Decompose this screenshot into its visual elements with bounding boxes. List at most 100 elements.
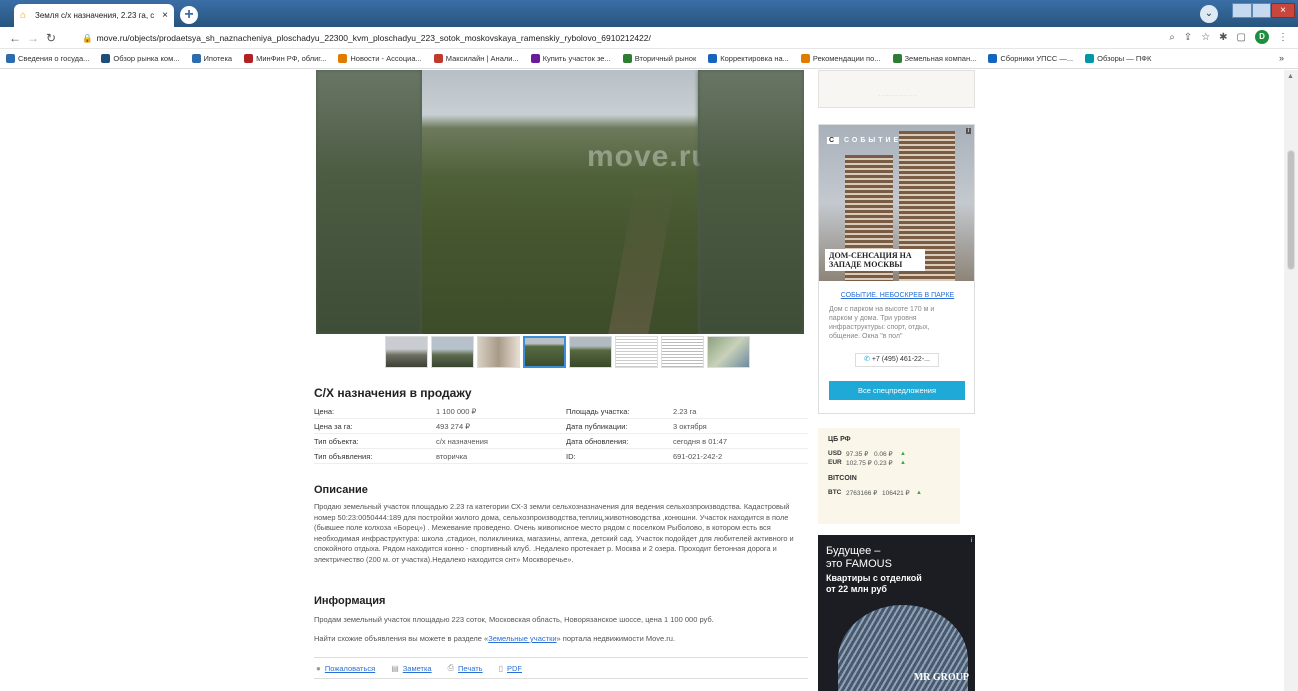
scrollbar-thumb[interactable]	[1287, 150, 1295, 270]
bookmark-item[interactable]: Обзоры — ПФК	[1085, 54, 1151, 63]
bookmark-label: Корректировка на...	[720, 54, 789, 63]
page-content: move.ru С/Х назначения в продажу Цена: 1 …	[0, 70, 1284, 691]
bookmark-label: Ипотека	[203, 54, 233, 63]
bookmark-item[interactable]: Новости - Ассоциа...	[338, 54, 422, 63]
bookmark-item[interactable]: Максилайн | Анали...	[433, 54, 519, 63]
famous-ad-slogan: Будущее – это FAMOUS	[826, 545, 892, 571]
bookmark-star-icon[interactable]: ☆	[1201, 32, 1210, 43]
thumbnail[interactable]	[385, 336, 428, 368]
browser-tab[interactable]: ⌂ Земля с/х назначения, 2.23 га, с ×	[14, 4, 174, 27]
ad-banner-top[interactable]: · · · · · · · · · · · · · · · ·	[818, 70, 975, 108]
pdf-button[interactable]: ▯ PDF	[499, 664, 522, 673]
bookmark-item[interactable]: Купить участок зе...	[530, 54, 611, 63]
home-favicon-icon: ⌂	[20, 9, 27, 21]
bookmark-label: Земельная компан...	[904, 54, 977, 63]
close-window-button[interactable]: ×	[1271, 3, 1295, 18]
property-label: Дата обновления:	[566, 436, 629, 446]
bookmark-favicon-icon	[338, 54, 348, 63]
minimize-button[interactable]	[1232, 3, 1252, 18]
scroll-up-icon[interactable]: ▲	[1287, 73, 1294, 80]
description-text: Продаю земельный участок площадью 2.23 г…	[314, 502, 794, 564]
bookmark-label: Сведения о госуда...	[18, 54, 90, 63]
famous-line4: от 22 млн руб	[826, 584, 887, 594]
property-table: Цена: 1 100 000 ₽ Площадь участка: 2.23 га Ц…	[314, 404, 808, 464]
event-ad-link[interactable]: СОБЫТИЕ. НЕБОСКРЕБ В ПАРКЕ	[829, 292, 966, 299]
thumbnail-map[interactable]	[707, 336, 750, 368]
thumbnail[interactable]	[477, 336, 520, 368]
thumbnail[interactable]	[615, 336, 658, 368]
ad-fine-print: · · · · · · · · · · · · · · · ·	[879, 93, 917, 98]
share-icon[interactable]: ⇪	[1184, 32, 1192, 43]
bookmark-favicon-icon	[433, 54, 443, 63]
ad-info-icon[interactable]: i	[965, 128, 971, 134]
reload-icon[interactable]: ↻	[42, 31, 60, 45]
phone-icon: ✆	[863, 356, 870, 363]
maximize-button[interactable]	[1252, 3, 1271, 18]
new-tab-button[interactable]: +	[180, 6, 198, 24]
main-photo[interactable]: move.ru	[316, 70, 804, 334]
printer-icon: ⎙	[447, 663, 455, 672]
more-bookmarks-icon[interactable]: »	[1279, 53, 1284, 63]
bookmark-item[interactable]: Корректировка на...	[708, 54, 789, 63]
complain-label: Пожаловаться	[324, 663, 376, 673]
profile-avatar[interactable]: D	[1255, 30, 1269, 44]
bookmark-item[interactable]: Земельная компан...	[892, 54, 977, 63]
bookmark-item[interactable]: Ипотека	[191, 54, 233, 63]
zoom-icon[interactable]: ⌕	[1169, 32, 1175, 43]
url-field[interactable]: 🔒 move.ru/objects/prodaetsya_sh_naznachen…	[82, 30, 1182, 46]
property-label: Цена за га:	[314, 421, 353, 431]
tab-close-icon[interactable]: ×	[162, 10, 168, 21]
rate-row: EUR 102.75 ₽0.23 ₽ ▲	[828, 458, 950, 467]
bookmark-item[interactable]: Сборники УПСС —...	[988, 54, 1073, 63]
note-button[interactable]: ▤ Заметка	[391, 664, 431, 673]
ad-info-icon[interactable]: i	[971, 538, 972, 544]
bookmark-favicon-icon	[1085, 54, 1095, 63]
tab-search-icon[interactable]: ⌄	[1200, 5, 1218, 23]
famous-ad[interactable]: Будущее – это FAMOUS Квартиры с отделкой о…	[818, 535, 975, 691]
famous-ad-offer: Квартиры с отделкой от 22 млн руб	[826, 573, 922, 595]
property-label: ID:	[566, 451, 576, 461]
bookmark-item[interactable]: Вторичный рынок	[622, 54, 697, 63]
print-label: Печать	[458, 663, 483, 673]
thumbnail[interactable]	[431, 336, 474, 368]
bookmark-favicon-icon	[892, 54, 902, 63]
bookmark-item[interactable]: Обзор рынка ком...	[101, 54, 180, 63]
bookmark-label: Рекомендации по...	[812, 54, 881, 63]
land-plots-link[interactable]: Земельные участки	[488, 634, 556, 643]
complain-button[interactable]: ● Пожаловаться	[316, 664, 375, 673]
special-offers-button[interactable]: Все спецпредложения	[829, 381, 965, 400]
famous-line3: Квартиры с отделкой	[826, 573, 922, 583]
thumbnail-active[interactable]	[523, 336, 566, 368]
property-value: 493 274 ₽	[436, 421, 470, 431]
property-label: Тип объекта:	[314, 436, 359, 446]
thumbnail[interactable]	[661, 336, 704, 368]
thumbnail[interactable]	[569, 336, 612, 368]
bookmark-item[interactable]: МинФин РФ, облиг...	[244, 54, 326, 63]
bookmark-label: МинФин РФ, облиг...	[256, 54, 327, 63]
print-button[interactable]: ⎙ Печать	[448, 663, 483, 673]
pdf-label: PDF	[507, 663, 522, 673]
action-bar: ● Пожаловаться ▤ Заметка ⎙ Печать ▯ PDF	[314, 657, 808, 679]
rate-row: USD 97.35 ₽ 0.06 ₽ ▲	[828, 449, 950, 458]
bookmark-item[interactable]: Рекомендации по...	[800, 54, 881, 63]
forward-icon[interactable]: →	[24, 31, 42, 45]
bookmark-favicon-icon	[244, 54, 254, 63]
warning-icon: ●	[316, 663, 321, 673]
bookmark-label: Обзоры — ПФК	[1097, 54, 1152, 63]
bookmark-label: Вторичный рынок	[634, 54, 697, 63]
event-ad[interactable]: С СОБЫТИЕ ДОМ-СЕНСАЦИЯ НА ЗАПАДЕ МОСКВЫ …	[818, 124, 975, 414]
event-phone-button[interactable]: ✆ +7 (495) 461-22-...	[855, 353, 939, 367]
back-icon[interactable]: ←	[6, 31, 24, 45]
vertical-scrollbar[interactable]: ▲	[1284, 70, 1298, 691]
bookmarks-bar: Сведения о госуда... Обзор рынка ком... Ип…	[0, 49, 1298, 69]
bookmark-label: Новости - Ассоциа...	[350, 54, 422, 63]
arrow-up-icon: ▲	[900, 459, 906, 466]
rates-heading: ЦБ РФ	[828, 436, 851, 443]
bookmark-item[interactable]: Сведения о госуда...	[6, 54, 89, 63]
property-row: Цена: 1 100 000 ₽ Площадь участка: 2.23 га	[314, 404, 808, 419]
info-prefix: Найти схожие объявления вы можете в разд…	[314, 634, 489, 643]
sidebar-icon[interactable]: ▢	[1237, 32, 1246, 43]
extensions-icon[interactable]: ✱	[1219, 32, 1227, 43]
menu-icon[interactable]: ⋮	[1278, 32, 1288, 43]
currency-rates: ЦБ РФ USD 97.35 ₽ 0.06 ₽ ▲ EUR 102.75 ₽0.23 ₽…	[818, 428, 960, 524]
